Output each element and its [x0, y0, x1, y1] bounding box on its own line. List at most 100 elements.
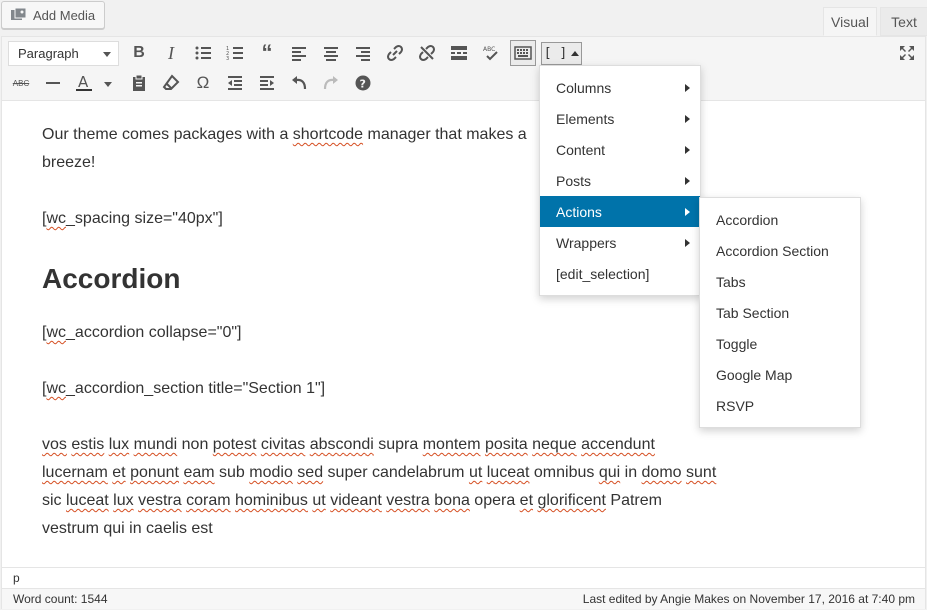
submenu-item-rsvp[interactable]: RSVP	[700, 390, 860, 421]
horizontal-line-icon	[46, 82, 60, 84]
submenu-item-google-map[interactable]: Google Map	[700, 359, 860, 390]
text-run: opera	[469, 492, 520, 509]
media-icon	[10, 7, 28, 23]
redo-button[interactable]	[318, 70, 344, 96]
chevron-right-icon	[685, 177, 690, 185]
toolbar-toggle-button[interactable]	[510, 40, 536, 66]
chevron-right-icon	[685, 115, 690, 123]
spellcheck-icon: ABC	[483, 46, 498, 61]
misspelled-word: luceat	[66, 492, 109, 509]
align-center-button[interactable]	[318, 40, 344, 66]
bold-button[interactable]: B	[126, 40, 152, 66]
submenu-item-tab-section[interactable]: Tab Section	[700, 297, 860, 328]
misspelled-word: domo	[641, 464, 682, 481]
bold-icon: B	[133, 44, 145, 61]
unlink-button[interactable]	[414, 40, 440, 66]
text-run: omnibus	[529, 464, 599, 481]
menu-item-edit-selection[interactable]: [edit_selection]	[540, 258, 700, 289]
add-media-button[interactable]: Add Media	[1, 1, 106, 29]
misspelled-word: vos	[42, 436, 67, 453]
misspelled-word: lucernam	[42, 464, 108, 481]
menu-item-elements[interactable]: Elements	[540, 103, 700, 134]
element-path[interactable]: p	[2, 567, 925, 587]
editor-header: Add Media Visual Text	[0, 0, 927, 36]
misspelled-word: civitas	[260, 436, 306, 453]
blockquote-button[interactable]: “	[254, 40, 280, 66]
submenu-item-accordion[interactable]: Accordion	[700, 204, 860, 235]
keyboard-icon	[514, 46, 532, 60]
read-more-button[interactable]	[446, 40, 472, 66]
text-run: in	[620, 464, 642, 481]
outdent-icon	[228, 76, 242, 90]
strikethrough-icon: ABC	[12, 78, 30, 88]
svg-text:?: ?	[360, 78, 366, 91]
misspelled-word: glorificent	[537, 492, 606, 509]
menu-item-columns[interactable]: Columns	[540, 72, 700, 103]
misspelled-word: accendunt	[581, 436, 655, 453]
unlink-icon	[419, 45, 435, 61]
shortcode-button-label: [ ]	[543, 46, 568, 61]
submenu-item-tabs[interactable]: Tabs	[700, 266, 860, 297]
fullscreen-icon	[900, 46, 914, 60]
align-left-button[interactable]	[286, 40, 312, 66]
submenu-item-accordion-section[interactable]: Accordion Section	[700, 235, 860, 266]
text-color-icon: A	[76, 74, 112, 91]
shortcode-menu-button[interactable]: [ ]	[541, 42, 582, 65]
misspelled-word: lux	[108, 436, 130, 453]
menu-item-actions[interactable]: Actions	[540, 196, 700, 227]
misspelled-word: ut	[312, 492, 326, 509]
fullscreen-button[interactable]	[894, 40, 920, 66]
misspelled-word: montem	[422, 436, 481, 453]
misspelled-word: posita	[484, 436, 528, 453]
numbered-list-button[interactable]: 123	[222, 40, 248, 66]
align-left-icon	[292, 47, 306, 61]
text-run: sic	[42, 492, 66, 509]
shortcode-accordion: [wc_accordion collapse="0"]	[42, 324, 242, 341]
menu-item-posts[interactable]: Posts	[540, 165, 700, 196]
special-character-icon: Ω	[196, 73, 210, 92]
chevron-right-icon	[685, 84, 690, 92]
misspelled-word: neque	[532, 436, 577, 453]
align-right-button[interactable]	[350, 40, 376, 66]
word-count: Word count: 1544	[13, 592, 108, 606]
text-color-button[interactable]: A	[72, 70, 118, 96]
indent-icon	[260, 76, 274, 90]
strikethrough-button[interactable]: ABC	[8, 70, 34, 96]
indent-button[interactable]	[254, 70, 280, 96]
tab-text[interactable]: Text	[880, 7, 927, 36]
misspelled-word: coram	[186, 492, 231, 509]
submenu-item-toggle[interactable]: Toggle	[700, 328, 860, 359]
shortcode-menu: Columns Elements Content Posts Actions W…	[539, 65, 701, 296]
undo-button[interactable]	[286, 70, 312, 96]
bulleted-list-button[interactable]	[190, 40, 216, 66]
italic-button[interactable]: I	[158, 40, 184, 66]
special-character-button[interactable]: Ω	[190, 70, 216, 96]
menu-item-content[interactable]: Content	[540, 134, 700, 165]
misspelled-word: sunt	[686, 464, 717, 481]
horizontal-line-button[interactable]	[40, 70, 66, 96]
link-icon	[387, 45, 403, 61]
misspelled-word: vestra	[138, 492, 182, 509]
misspelled-word: ponunt	[130, 464, 179, 481]
misspelled-word: et	[112, 464, 126, 481]
undo-icon	[292, 76, 307, 90]
help-button[interactable]: ?	[350, 70, 376, 96]
chevron-up-icon	[571, 51, 580, 56]
tab-visual[interactable]: Visual	[823, 7, 877, 36]
chevron-right-icon	[685, 239, 690, 247]
misspelled-word: abscondi	[309, 436, 374, 453]
paste-text-button[interactable]	[126, 70, 152, 96]
outdent-button[interactable]	[222, 70, 248, 96]
menu-item-wrappers[interactable]: Wrappers	[540, 227, 700, 258]
spellcheck-button[interactable]: ABC	[478, 40, 504, 66]
align-right-icon	[356, 47, 370, 61]
misspelled-word: estis	[71, 436, 105, 453]
format-select[interactable]: Paragraph	[8, 41, 119, 66]
chevron-right-icon	[685, 146, 690, 154]
clear-formatting-icon	[162, 74, 180, 90]
align-center-icon	[324, 47, 338, 61]
link-button[interactable]	[382, 40, 408, 66]
text-run: non	[177, 436, 213, 453]
clear-formatting-button[interactable]	[158, 70, 184, 96]
misspelled-word: ut	[468, 464, 483, 481]
